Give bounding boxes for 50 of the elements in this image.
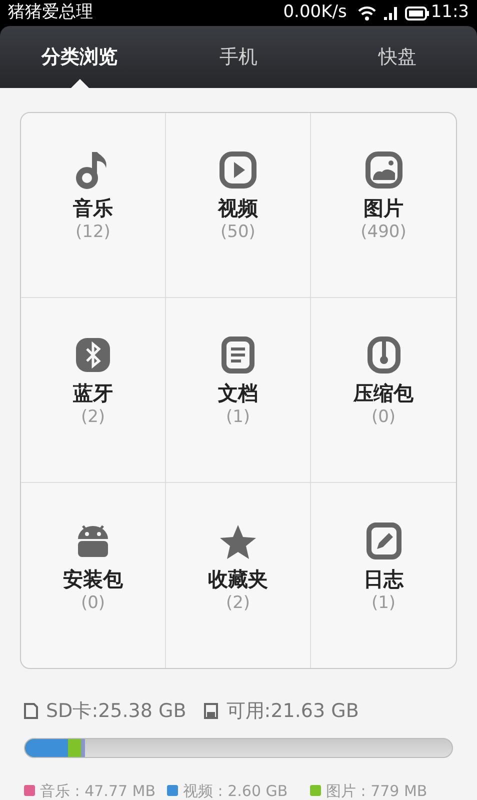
sd-card-icon bbox=[24, 703, 38, 720]
category-name: 收藏夹 bbox=[208, 566, 268, 592]
category-tile[interactable]: 图片 (490) bbox=[311, 113, 456, 298]
memory-card-icon bbox=[204, 703, 218, 720]
category-count: (1) bbox=[371, 592, 396, 614]
clock-time: 11:3 bbox=[430, 1, 469, 24]
category-count: (490) bbox=[360, 221, 406, 243]
network-speed: 0.00K/s bbox=[283, 1, 347, 24]
category-name: 安装包 bbox=[63, 566, 123, 592]
wifi-icon bbox=[356, 5, 377, 21]
category-tile[interactable]: 压缩包 (0) bbox=[311, 298, 456, 483]
category-tile[interactable]: 音乐 (12) bbox=[21, 113, 166, 298]
carrier-name: 猪猪爱总理 bbox=[8, 1, 94, 24]
category-count: (1) bbox=[226, 406, 250, 428]
category-count: (2) bbox=[226, 592, 250, 614]
category-tile[interactable]: 蓝牙 (2) bbox=[21, 298, 166, 483]
category-count: (0) bbox=[80, 592, 106, 614]
star-icon bbox=[219, 524, 257, 560]
image-icon bbox=[364, 151, 402, 189]
category-tile[interactable]: 日志 (1) bbox=[311, 483, 456, 668]
document-icon bbox=[221, 336, 255, 374]
legend-label: 视频 : 2.60 GB bbox=[183, 780, 288, 800]
category-tile[interactable]: 视频 (50) bbox=[166, 113, 311, 298]
category-name: 图片 bbox=[364, 195, 404, 221]
category-name: 视频 bbox=[218, 195, 258, 221]
category-name: 文档 bbox=[218, 380, 258, 406]
tab[interactable]: 快盘 bbox=[318, 26, 477, 88]
bluetooth-icon bbox=[74, 336, 112, 374]
category-name: 音乐 bbox=[73, 195, 113, 221]
category-count: (12) bbox=[76, 221, 110, 243]
edit-note-icon bbox=[366, 522, 402, 560]
category-count: (2) bbox=[80, 406, 106, 428]
tab[interactable]: 手机 bbox=[159, 26, 318, 88]
signal-icon bbox=[382, 5, 399, 21]
selected-indicator-icon bbox=[70, 79, 88, 88]
category-count: (0) bbox=[371, 406, 396, 428]
free-space: 可用:21.63 GB bbox=[226, 699, 359, 724]
legend-label: 音乐 : 47.77 MB bbox=[40, 780, 156, 800]
tab[interactable]: 分类浏览 bbox=[0, 26, 159, 88]
category-tile[interactable]: 安装包 (0) bbox=[21, 483, 166, 668]
category-tile[interactable]: 文档 (1) bbox=[166, 298, 311, 483]
category-name: 日志 bbox=[364, 566, 404, 592]
play-icon bbox=[219, 151, 257, 189]
legend-label: 图片 : 779 MB bbox=[326, 780, 428, 800]
category-count: (50) bbox=[220, 221, 256, 243]
battery-icon bbox=[404, 6, 429, 20]
category-name: 蓝牙 bbox=[73, 380, 113, 406]
category-name: 压缩包 bbox=[354, 380, 414, 406]
sd-card-total: SD卡:25.38 GB bbox=[46, 699, 186, 724]
category-tile[interactable]: 收藏夹 (2) bbox=[166, 483, 311, 668]
